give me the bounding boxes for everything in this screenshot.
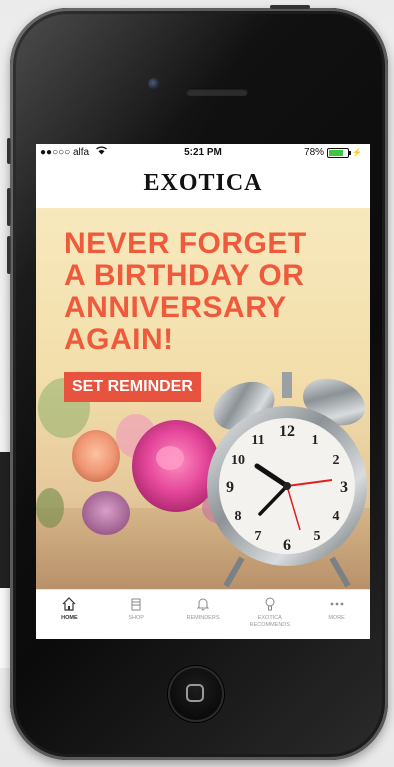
tab-exotica-recommends-label: EXOTICA RECOMMENDS: [249, 615, 290, 628]
svg-text:6: 6: [283, 537, 291, 554]
volume-up-button: [7, 188, 11, 226]
bottom-tab-bar: HOME SHOP REMINDERS EXOTICA RECOMMENDS M…: [36, 589, 370, 639]
status-bar: ●●○○○ alfa 5:21 PM 78% ⚡: [36, 144, 370, 162]
battery-fill: [329, 149, 344, 156]
lightbulb-icon: [265, 597, 275, 611]
volume-down-button: [7, 236, 11, 274]
tab-more[interactable]: MORE: [303, 590, 370, 639]
set-reminder-button[interactable]: SET REMINDER: [64, 372, 201, 402]
bell-icon: [196, 598, 210, 611]
tab-reminders-label: REMINDERS: [186, 615, 220, 621]
app-screen: ●●○○○ alfa 5:21 PM 78% ⚡ EXOTICA NEVER F…: [36, 144, 370, 639]
charging-bolt-icon: ⚡: [352, 148, 362, 157]
mute-switch: [7, 138, 11, 164]
svg-text:3: 3: [340, 479, 348, 496]
svg-text:9: 9: [226, 479, 234, 496]
svg-text:10: 10: [231, 453, 245, 468]
tab-more-label: MORE: [328, 615, 345, 621]
svg-text:12: 12: [279, 423, 295, 440]
tab-reminders[interactable]: REMINDERS: [170, 590, 237, 639]
tab-home-label: HOME: [61, 615, 78, 621]
headline: NEVER FORGET A BIRTHDAY OR ANNIVERSARY A…: [64, 228, 344, 356]
power-button: [270, 5, 310, 9]
home-button[interactable]: [168, 666, 224, 722]
headline-line-2: A BIRTHDAY OR: [64, 259, 305, 292]
app-header: EXOTICA: [36, 162, 370, 208]
alarm-clock-image: 12 1 2 3 4 5 6 7 8 9 10 11: [207, 372, 367, 588]
svg-text:5: 5: [314, 529, 321, 544]
headline-line-1: NEVER FORGET: [64, 227, 307, 260]
promo-banner: NEVER FORGET A BIRTHDAY OR ANNIVERSARY A…: [36, 208, 370, 589]
svg-text:11: 11: [251, 433, 264, 448]
svg-text:8: 8: [235, 509, 242, 524]
front-camera: [148, 78, 160, 90]
tab-shop-label: SHOP: [128, 615, 144, 621]
battery-indicator: 78% ⚡: [304, 147, 362, 158]
home-icon: [62, 597, 76, 611]
battery-percent: 78%: [304, 147, 325, 158]
home-square-icon: [186, 684, 204, 702]
svg-text:7: 7: [255, 529, 262, 544]
headline-line-4: AGAIN!: [64, 323, 174, 356]
earpiece-speaker: [186, 88, 248, 96]
tab-exotica-recommends[interactable]: EXOTICA RECOMMENDS: [236, 590, 303, 639]
svg-text:1: 1: [312, 433, 319, 448]
headline-line-3: ANNIVERSARY: [64, 291, 287, 324]
tab-shop[interactable]: SHOP: [103, 590, 170, 639]
battery-icon: [327, 147, 352, 158]
more-dots-icon: [330, 602, 343, 606]
shop-icon: [131, 598, 141, 611]
svg-text:4: 4: [333, 509, 340, 524]
svg-text:2: 2: [333, 453, 340, 468]
exotica-logo: EXOTICA: [143, 170, 263, 196]
tab-home[interactable]: HOME: [36, 590, 103, 639]
